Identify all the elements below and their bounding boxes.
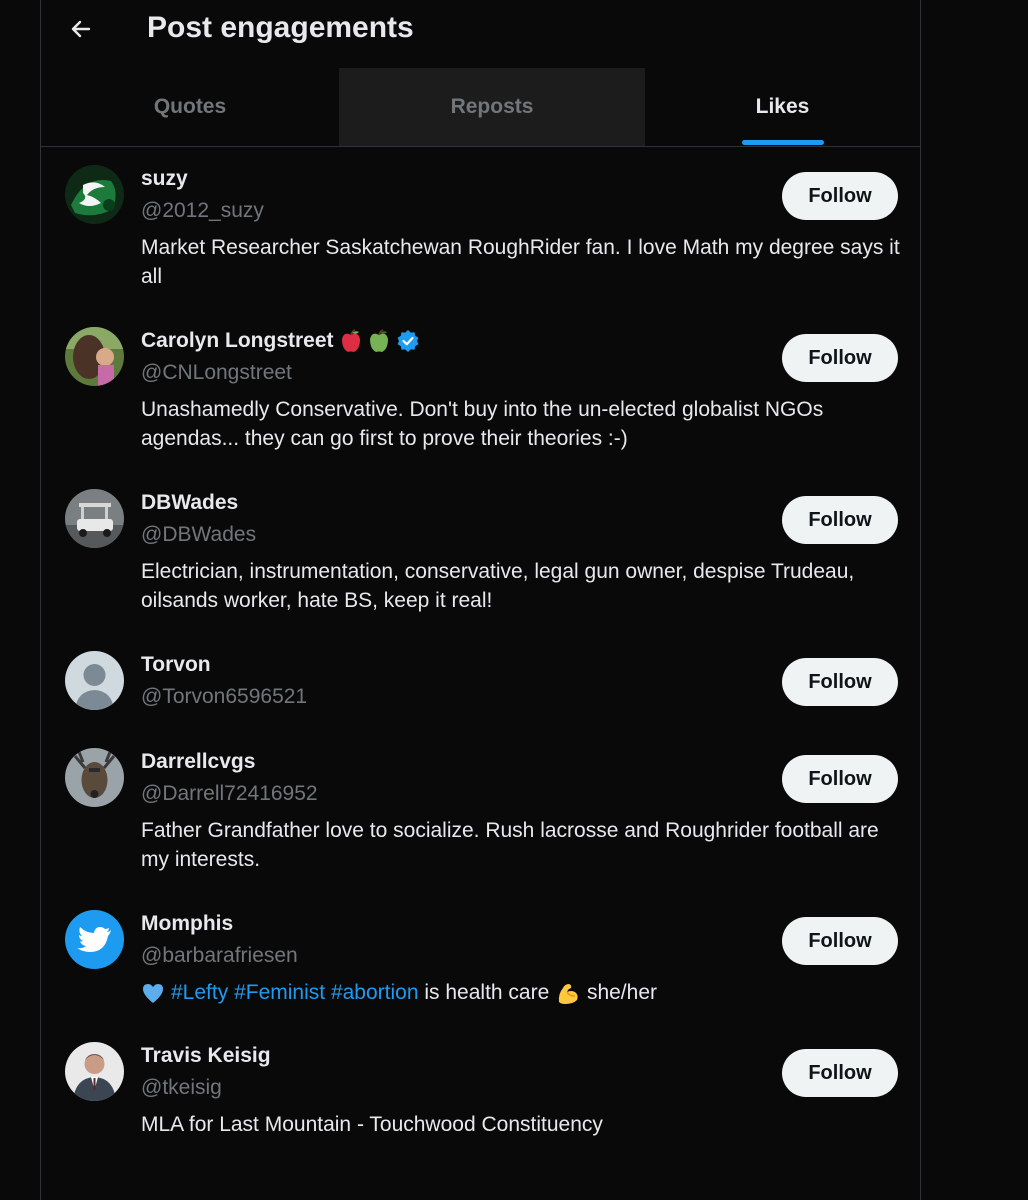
bio-text: is health care: [424, 981, 550, 1004]
user-name-row: Travis Keisig: [141, 1044, 271, 1068]
follow-button[interactable]: Follow: [782, 658, 898, 706]
page-title: Post engagements: [147, 11, 414, 44]
avatar[interactable]: [65, 910, 124, 969]
user-name[interactable]: Travis Keisig: [141, 1044, 271, 1068]
user-name-row: suzy: [141, 167, 188, 191]
red-apple-icon: [341, 329, 360, 352]
avatar[interactable]: [65, 327, 124, 386]
user-bio: Market Researcher Saskatchewan RoughRide…: [141, 236, 900, 288]
follow-button[interactable]: Follow: [782, 917, 898, 965]
arrow-left-icon: [71, 20, 91, 38]
user-bio: #Lefty #Feminist #abortion is health car…: [141, 978, 901, 1007]
tab-likes[interactable]: Likes: [645, 68, 920, 146]
user-name-row: Momphis: [141, 912, 233, 936]
verified-badge-icon[interactable]: [396, 329, 420, 353]
tab-reposts[interactable]: Reposts: [339, 68, 645, 146]
user-bio: Unashamedly Conservative. Don't buy into…: [141, 398, 824, 450]
user-handle[interactable]: @Torvon6596521: [141, 685, 307, 709]
follow-button[interactable]: Follow: [782, 755, 898, 803]
user-handle[interactable]: @CNLongstreet: [141, 361, 292, 385]
header: Post engagements: [41, 0, 920, 68]
hashtag-link[interactable]: #abortion: [331, 981, 419, 1004]
user-handle[interactable]: @2012_suzy: [141, 199, 264, 223]
user-bio: Electrician, instrumentation, conservati…: [141, 560, 855, 612]
follow-button[interactable]: Follow: [782, 334, 898, 382]
user-handle[interactable]: @DBWades: [141, 523, 256, 547]
default-avatar[interactable]: [65, 651, 124, 710]
user-bio: MLA for Last Mountain - Touchwood Consti…: [141, 1113, 603, 1136]
avatar[interactable]: [65, 165, 124, 224]
user-handle[interactable]: @Darrell72416952: [141, 782, 318, 806]
user-name[interactable]: Torvon: [141, 653, 211, 677]
user-name-row: Carolyn Longstreet: [141, 329, 420, 353]
user-name[interactable]: Darrellcvgs: [141, 750, 255, 774]
user-name[interactable]: Momphis: [141, 912, 233, 936]
bio-text: she/her: [586, 981, 657, 1004]
engagements-column: Post engagements Quotes Reposts Likes su…: [40, 0, 921, 1200]
flexed-biceps-icon: [558, 984, 578, 1005]
user-name-row: DBWades: [141, 491, 238, 515]
hashtag-link[interactable]: #Lefty: [171, 981, 228, 1004]
tab-bar: Quotes Reposts Likes: [41, 68, 920, 147]
avatar[interactable]: [65, 1042, 124, 1101]
user-name-row: Darrellcvgs: [141, 750, 255, 774]
follow-button[interactable]: Follow: [782, 172, 898, 220]
tab-likes-label: Likes: [755, 95, 810, 118]
user-name-row: Torvon: [141, 653, 211, 677]
user-name[interactable]: DBWades: [141, 491, 238, 515]
avatar[interactable]: [65, 489, 124, 548]
green-apple-icon: [369, 329, 388, 352]
back-button[interactable]: [63, 12, 99, 46]
user-handle[interactable]: @tkeisig: [141, 1076, 222, 1100]
blue-heart-icon: [143, 984, 163, 1004]
user-name[interactable]: suzy: [141, 167, 188, 191]
hashtag-link[interactable]: #Feminist: [234, 981, 325, 1004]
user-bio: Father Grandfather love to socialize. Ru…: [141, 819, 879, 871]
avatar[interactable]: [65, 748, 124, 807]
follow-button[interactable]: Follow: [782, 496, 898, 544]
user-handle[interactable]: @barbarafriesen: [141, 944, 298, 968]
active-tab-indicator: [741, 140, 824, 145]
tab-quotes[interactable]: Quotes: [41, 68, 339, 146]
user-name[interactable]: Carolyn Longstreet: [141, 329, 334, 353]
follow-button[interactable]: Follow: [782, 1049, 898, 1097]
